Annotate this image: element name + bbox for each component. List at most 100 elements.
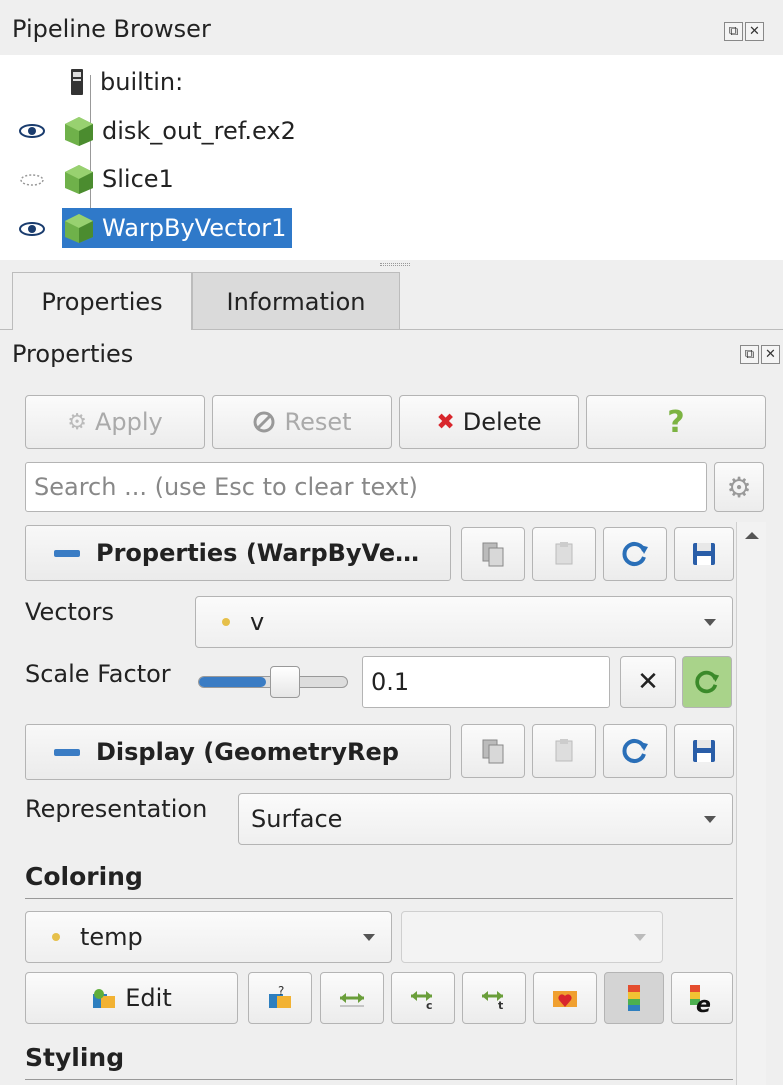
svg-text:c: c: [426, 999, 433, 1010]
chevron-down-icon: [634, 934, 646, 941]
copy-display-button[interactable]: [461, 724, 525, 778]
server-icon: [71, 69, 83, 95]
coloring-heading: Coloring: [25, 862, 143, 891]
vectors-select[interactable]: v: [195, 596, 733, 648]
eye-hidden-icon[interactable]: [18, 172, 46, 188]
copy-properties-button[interactable]: [461, 527, 525, 581]
save-display-button[interactable]: [674, 724, 734, 778]
paste-display-button[interactable]: [532, 724, 596, 778]
splitter-handle[interactable]: [380, 263, 410, 266]
eye-visible-icon[interactable]: [18, 221, 46, 237]
pipeline-tree: builtin: disk_out_ref.ex2 Slice1 WarpByV…: [0, 55, 783, 260]
multiply-icon: ✕: [637, 667, 659, 697]
coloring-divider: [25, 898, 733, 899]
reload-display-button[interactable]: [603, 724, 667, 778]
refresh-icon: [622, 739, 648, 763]
point-data-icon: [222, 618, 230, 626]
delete-button[interactable]: ✖ Delete: [399, 395, 579, 449]
pipeline-browser-title: Pipeline Browser: [12, 15, 211, 43]
choose-preset-button[interactable]: ?: [248, 972, 312, 1024]
search-input[interactable]: Search ... (use Esc to clear text): [25, 462, 707, 512]
toggle-color-legend-button[interactable]: [604, 972, 664, 1024]
properties-section-header[interactable]: Properties (WarpByVe…: [25, 525, 451, 581]
scale-factor-input[interactable]: 0.1: [362, 656, 610, 708]
collapse-icon: [54, 549, 80, 557]
pipeline-item-label: Slice1: [102, 165, 174, 193]
coloring-select[interactable]: temp: [25, 911, 392, 963]
pipeline-item-label: builtin:: [100, 68, 184, 96]
pipeline-item-label: WarpByVector1: [96, 212, 293, 244]
scale-factor-label: Scale Factor: [25, 660, 171, 688]
rescale-temporal-icon: t: [482, 991, 503, 1010]
pipeline-item-slice1[interactable]: Slice1: [62, 159, 180, 199]
paste-icon: [555, 542, 573, 565]
properties-panel-title: Properties: [12, 340, 134, 368]
paste-properties-button[interactable]: [532, 527, 596, 581]
slider-fill: [199, 677, 266, 687]
pipeline-item-disk-out-ref[interactable]: disk_out_ref.ex2: [62, 111, 302, 151]
reload-properties-button[interactable]: [603, 527, 667, 581]
coloring-value: temp: [80, 923, 143, 951]
edit-color-legend-button[interactable]: e: [671, 972, 733, 1024]
heart-folder-icon: [553, 991, 577, 1007]
properties-section-title: Properties (WarpByVe…: [96, 539, 420, 567]
scale-factor-reset-button[interactable]: ✕: [620, 656, 676, 708]
scale-factor-sync-button[interactable]: [682, 656, 732, 708]
rescale-custom-icon: c: [411, 991, 433, 1010]
eye-visible-icon[interactable]: [18, 123, 46, 139]
rescale-visible-range-button[interactable]: [533, 972, 597, 1024]
representation-value: Surface: [251, 805, 343, 833]
pipeline-item-warpbyvector1[interactable]: WarpByVector1: [62, 208, 293, 248]
edit-legend-icon: e: [690, 985, 711, 1013]
display-section-header[interactable]: Display (GeometryRep: [25, 724, 451, 780]
refresh-icon: [622, 542, 648, 566]
copy-icon: [482, 739, 504, 764]
edit-color-map-button[interactable]: Edit: [25, 972, 238, 1024]
float-icon[interactable]: ⧉: [740, 345, 759, 364]
collapse-icon: [54, 748, 80, 756]
point-data-icon: [52, 933, 60, 941]
svg-text:e: e: [696, 993, 711, 1013]
svg-text:t: t: [498, 999, 503, 1010]
delete-label: Delete: [462, 408, 542, 436]
reset-label: Reset: [284, 408, 352, 436]
representation-label: Representation: [25, 795, 208, 823]
coloring-component-select[interactable]: [401, 911, 663, 963]
apply-icon: ⚙: [67, 409, 87, 435]
cube-icon: [65, 165, 93, 194]
search-placeholder: Search ... (use Esc to clear text): [34, 473, 418, 501]
vectors-value: v: [250, 608, 265, 636]
reset-icon: [253, 411, 275, 433]
styling-divider: [25, 1079, 733, 1080]
reset-button[interactable]: Reset: [212, 395, 392, 449]
scroll-up-icon[interactable]: [745, 532, 759, 539]
sync-icon: [695, 670, 720, 694]
save-properties-button[interactable]: [674, 527, 734, 581]
gear-icon: ⚙: [726, 470, 752, 504]
rescale-icon: [340, 993, 364, 1007]
apply-button[interactable]: ⚙ Apply: [25, 395, 205, 449]
save-icon: [693, 740, 715, 762]
color-legend-icon: [628, 985, 640, 1011]
tab-properties[interactable]: Properties: [12, 272, 192, 330]
help-button[interactable]: ?: [586, 395, 766, 449]
advanced-settings-button[interactable]: ⚙: [714, 462, 764, 512]
representation-select[interactable]: Surface: [238, 793, 733, 845]
float-icon[interactable]: ⧉: [724, 22, 743, 41]
scrollbar[interactable]: [736, 522, 766, 1085]
rescale-custom-range-button[interactable]: c: [391, 972, 455, 1024]
rescale-data-range-button[interactable]: [320, 972, 384, 1024]
vectors-label: Vectors: [25, 598, 114, 626]
properties-dock-buttons: ⧉ ✕: [740, 345, 780, 364]
pipeline-item-builtin[interactable]: builtin:: [60, 62, 189, 102]
tab-information[interactable]: Information: [192, 272, 400, 330]
copy-icon: [482, 542, 504, 567]
chevron-down-icon: [704, 816, 716, 823]
rescale-temporal-range-button[interactable]: t: [462, 972, 526, 1024]
delete-icon: ✖: [436, 409, 455, 435]
svg-text:?: ?: [278, 984, 284, 998]
close-icon[interactable]: ✕: [761, 345, 780, 364]
slider-handle[interactable]: [270, 666, 300, 698]
close-icon[interactable]: ✕: [745, 22, 764, 41]
preset-icon: ?: [269, 984, 291, 1008]
